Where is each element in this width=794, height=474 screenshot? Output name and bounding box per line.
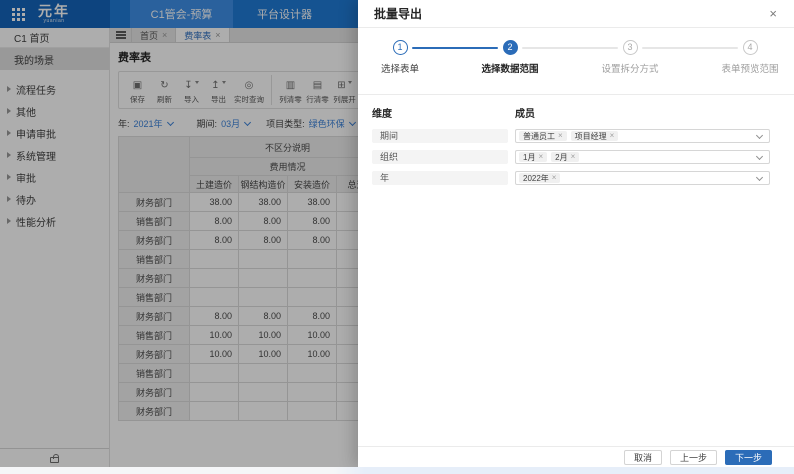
remove-tag-icon[interactable] [558, 132, 563, 140]
step-label: 选择数据范围 [481, 64, 539, 75]
wizard-stepper: 1 选择表单 2 选择数据范围 3 设置拆分方式 4 表单预览范围 [358, 28, 794, 95]
step-split-method: 3 设置拆分方式 [580, 40, 680, 75]
member-tag: 2月 [551, 152, 580, 162]
member-tag: 项目经理 [570, 131, 619, 141]
dimension-label: 年 [372, 171, 508, 185]
screen: 元年 yuanian C1管会-预算 平台设计器 C1 首页 我的场景 流程任务… [0, 0, 794, 474]
next-step-button[interactable]: 下一步 [724, 449, 772, 465]
member-column-header: 成员 [515, 109, 535, 120]
step-form-preview-range: 4 表单预览范围 [700, 40, 794, 75]
step-label: 选择表单 [380, 64, 419, 75]
member-tag-label: 项目经理 [574, 131, 607, 141]
remove-tag-icon[interactable] [610, 132, 615, 140]
member-tag-label: 1月 [523, 152, 536, 162]
member-tag-label: 2022年 [523, 173, 549, 183]
dimension-label: 期间 [372, 129, 508, 143]
form-row-year: 年 2022年 [372, 171, 794, 185]
dimension-label: 组织 [372, 150, 508, 164]
step-number: 4 [742, 40, 758, 55]
member-tag-label: 普通员工 [523, 131, 555, 141]
step-number: 1 [392, 40, 408, 55]
form-column-headers: 维度 成员 [372, 105, 794, 120]
member-tag: 1月 [519, 152, 548, 162]
drawer-title: 批量导出 [374, 7, 423, 21]
member-select[interactable]: 1月 2月 [515, 150, 770, 164]
bottom-edge-strip [0, 467, 794, 474]
drawer-header: 批量导出 [358, 0, 794, 28]
chevron-down-icon [755, 152, 764, 161]
remove-tag-icon[interactable] [571, 153, 576, 161]
form-row-organization: 组织 1月 2月 [372, 150, 794, 164]
batch-export-drawer: 批量导出 1 选择表单 2 选择数据范围 3 设置拆分方式 4 表单预览范围 [358, 0, 794, 467]
step-label: 设置拆分方式 [601, 64, 659, 75]
cancel-button[interactable]: 取消 [623, 449, 662, 465]
member-select[interactable]: 2022年 [515, 171, 770, 185]
step-select-data-range: 2 选择数据范围 [460, 40, 560, 75]
remove-tag-icon[interactable] [538, 153, 543, 161]
step-label: 表单预览范围 [721, 64, 779, 75]
step-select-form: 1 选择表单 [358, 40, 450, 75]
member-select[interactable]: 普通员工 项目经理 [515, 129, 770, 143]
dimension-column-header: 维度 [372, 109, 392, 120]
member-tag: 2022年 [519, 173, 561, 183]
drawer-footer: 取消 上一步 下一步 [358, 446, 794, 467]
chevron-down-icon [755, 131, 764, 140]
close-icon[interactable] [769, 7, 777, 20]
chevron-down-icon [755, 173, 764, 182]
form-row-period: 期间 普通员工 项目经理 [372, 129, 794, 143]
remove-tag-icon[interactable] [552, 174, 557, 182]
member-tag: 普通员工 [519, 131, 567, 141]
previous-step-button[interactable]: 上一步 [669, 449, 717, 465]
step-number: 2 [502, 40, 518, 55]
dimension-member-form: 维度 成员 期间 普通员工 项目经理 组织 [358, 95, 794, 185]
member-tag-label: 2月 [555, 152, 568, 162]
step-number: 3 [622, 40, 638, 55]
